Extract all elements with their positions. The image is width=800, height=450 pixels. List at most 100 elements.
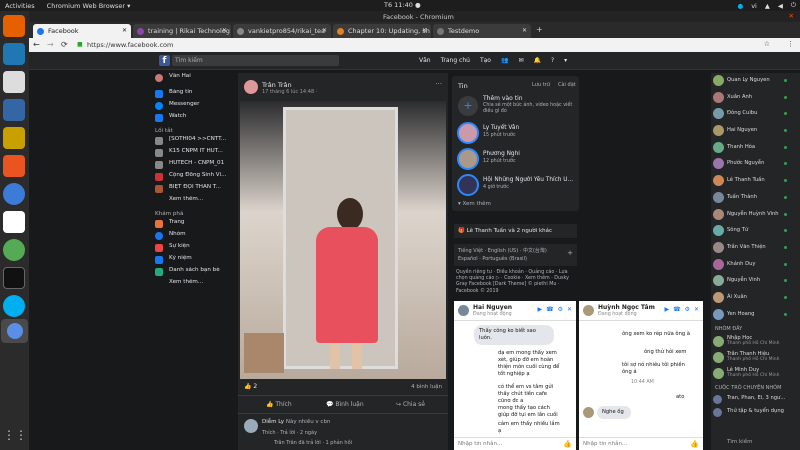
- contact-item[interactable]: Trần Văn Thiện: [711, 240, 800, 257]
- story-avatar[interactable]: [457, 122, 479, 144]
- bookmark-star-icon[interactable]: ☆: [764, 40, 770, 48]
- menu-icon[interactable]: ⋮: [787, 40, 794, 48]
- story-name[interactable]: Hội Những Người Yêu Thích U...: [483, 177, 573, 183]
- skype-tray-icon[interactable]: ●: [738, 2, 744, 10]
- like-button[interactable]: 👍 Thích: [266, 401, 292, 408]
- languages-line[interactable]: Español · Português (Brasil): [458, 255, 573, 263]
- url-field[interactable]: https://www.facebook.com: [87, 41, 173, 49]
- home-link[interactable]: Trang chủ: [441, 57, 470, 64]
- forward-icon[interactable]: →: [47, 40, 54, 49]
- nav-messenger[interactable]: Messenger: [155, 101, 235, 111]
- contacts-search-input[interactable]: Tìm kiếm: [713, 438, 798, 448]
- post-time[interactable]: 17 tháng 6 lúc 14:48 ·: [262, 89, 317, 95]
- account-menu-icon[interactable]: ▾: [564, 57, 567, 64]
- messenger-icon[interactable]: ✉: [518, 57, 523, 64]
- footer-links[interactable]: Quyền riêng tư · Điều khoản · Quảng cáo …: [456, 270, 576, 295]
- group-item[interactable]: Trần Thanh Hiệu Thanh phố Hồ Chí Minh: [711, 350, 800, 366]
- terminal-icon[interactable]: [3, 267, 25, 289]
- chat-name[interactable]: Hai Nguyen: [473, 304, 512, 311]
- contact-item[interactable]: Hai Nguyen: [711, 123, 800, 140]
- facebook-logo-icon[interactable]: f: [159, 55, 170, 66]
- close-tab-icon[interactable]: ✕: [522, 27, 527, 34]
- stories-archive-link[interactable]: Lưu trữ: [532, 82, 550, 88]
- chat-settings-icon[interactable]: ⚙: [685, 306, 690, 313]
- shortcut-item[interactable]: [SOTHI04 >>CNTT...: [155, 136, 235, 146]
- contact-item[interactable]: Tuấn Thành: [711, 190, 800, 207]
- reply-link[interactable]: Trân Trân đã trả lời · 1 phản hồi: [274, 440, 352, 446]
- files-icon[interactable]: [3, 71, 25, 93]
- group-convo-item[interactable]: Thứ tập & tuyển dụng: [711, 406, 800, 419]
- chat-settings-icon[interactable]: ⚙: [558, 306, 563, 313]
- notifications-icon[interactable]: 🔔: [533, 57, 540, 64]
- chat-name[interactable]: Huỳnh Ngọc Tâm: [598, 304, 655, 311]
- story-name[interactable]: Phương Nghi: [483, 151, 520, 157]
- contact-item[interactable]: Lê Thanh Tuấn: [711, 173, 800, 190]
- commenter-avatar[interactable]: [244, 419, 258, 433]
- shortcut-item[interactable]: K15 CNPM IT HUT...: [155, 148, 235, 158]
- close-chat-icon[interactable]: ✕: [567, 306, 572, 313]
- tab-chapter10[interactable]: Chapter 10: Updating, sh ✕: [333, 24, 431, 38]
- network-icon[interactable]: ▲: [765, 2, 770, 10]
- video-call-icon[interactable]: ▶: [537, 306, 542, 313]
- activities-button[interactable]: Activities: [5, 2, 35, 10]
- group-item[interactable]: Lê Minh Duy Thanh phố Hồ Chí Minh: [711, 366, 800, 382]
- power-icon[interactable]: ⏻: [791, 1, 796, 10]
- help-icon[interactable]: [3, 183, 25, 205]
- tab-github[interactable]: vankietpro854/rikai_tea ✕: [233, 24, 331, 38]
- close-tab-icon[interactable]: ✕: [322, 27, 327, 34]
- close-tab-icon[interactable]: ✕: [122, 27, 127, 34]
- volume-icon[interactable]: ◀: [778, 2, 783, 10]
- group-convo-item[interactable]: Tran, Phan, Ei, 3 ngư...: [711, 393, 800, 406]
- contact-item[interactable]: Ái Xuân: [711, 290, 800, 307]
- clock[interactable]: T6 11:40 ●: [384, 1, 421, 9]
- group-item[interactable]: Nhập Học Thanh phố Hồ Chí Minh: [711, 334, 800, 350]
- comment-button[interactable]: 💬 Bình luận: [326, 401, 364, 408]
- add-language-button[interactable]: +: [567, 249, 573, 257]
- apps-grid-icon[interactable]: ⋮⋮: [3, 428, 27, 450]
- nav-newsfeed[interactable]: Bảng tin: [155, 89, 235, 99]
- contact-item[interactable]: Xuân Anh: [711, 90, 800, 107]
- explore-events[interactable]: Sự kiện: [155, 243, 235, 253]
- app-menu[interactable]: Chromium Web Browser ▾: [47, 2, 131, 10]
- stories-see-more[interactable]: ▾ Xem thêm: [458, 201, 491, 207]
- rhythmbox-icon[interactable]: [3, 127, 25, 149]
- close-tab-icon[interactable]: ✕: [422, 27, 427, 34]
- close-chat-icon[interactable]: ✕: [694, 306, 699, 313]
- story-name[interactable]: Ly Tuyết Vân: [483, 125, 519, 131]
- reaction-count[interactable]: 👍 2: [244, 383, 257, 390]
- add-story-title[interactable]: Thêm vào tin: [483, 95, 523, 102]
- send-like-icon[interactable]: 👍: [690, 440, 699, 448]
- close-window-icon[interactable]: ✕: [789, 12, 794, 20]
- contact-item[interactable]: Thanh Hòa: [711, 140, 800, 157]
- skype-icon[interactable]: [3, 295, 25, 317]
- contact-item[interactable]: Nguyễn Vinh: [711, 273, 800, 290]
- explore-see-more[interactable]: Xem thêm...: [155, 279, 235, 289]
- contact-item[interactable]: Đông Cuibu: [711, 106, 800, 123]
- explore-memories[interactable]: Kỷ niệm: [155, 255, 235, 265]
- settings-icon[interactable]: [3, 239, 25, 261]
- story-avatar[interactable]: [457, 148, 479, 170]
- chat-input[interactable]: Nhập tin nhắn...: [454, 437, 576, 450]
- shortcut-item[interactable]: BIỆT ĐỘI THẦN T...: [155, 184, 235, 194]
- chromium-icon[interactable]: [1, 319, 28, 343]
- software-center-icon[interactable]: [3, 155, 25, 177]
- add-story-icon[interactable]: +: [458, 96, 478, 116]
- video-call-icon[interactable]: ▶: [664, 306, 669, 313]
- writer-icon[interactable]: [3, 99, 25, 121]
- back-icon[interactable]: ←: [33, 40, 40, 49]
- language-indicator[interactable]: vi: [751, 2, 757, 10]
- chat-input[interactable]: Nhập tin nhắn...: [579, 437, 703, 450]
- thunderbird-icon[interactable]: [3, 43, 25, 65]
- fb-search-input[interactable]: Tìm kiếm: [172, 55, 339, 66]
- create-link[interactable]: Tạo: [480, 57, 491, 64]
- tab-training[interactable]: training | Rikai Technolog ✕: [133, 24, 231, 38]
- share-button[interactable]: ↪ Chia sẻ: [396, 401, 425, 408]
- post-author[interactable]: Trân Trân: [262, 81, 292, 89]
- amazon-icon[interactable]: [3, 211, 25, 233]
- comment-count[interactable]: 4 bình luận: [411, 384, 442, 390]
- friends-icon[interactable]: 👥: [501, 57, 508, 64]
- languages-line[interactable]: Tiếng Việt · English (US) · 中文(台灣): [458, 247, 573, 255]
- stories-settings-link[interactable]: Cài đặt: [558, 82, 576, 88]
- post-photo[interactable]: [240, 101, 446, 379]
- contact-item[interactable]: Nguyễn Huỳnh Vinh: [711, 207, 800, 224]
